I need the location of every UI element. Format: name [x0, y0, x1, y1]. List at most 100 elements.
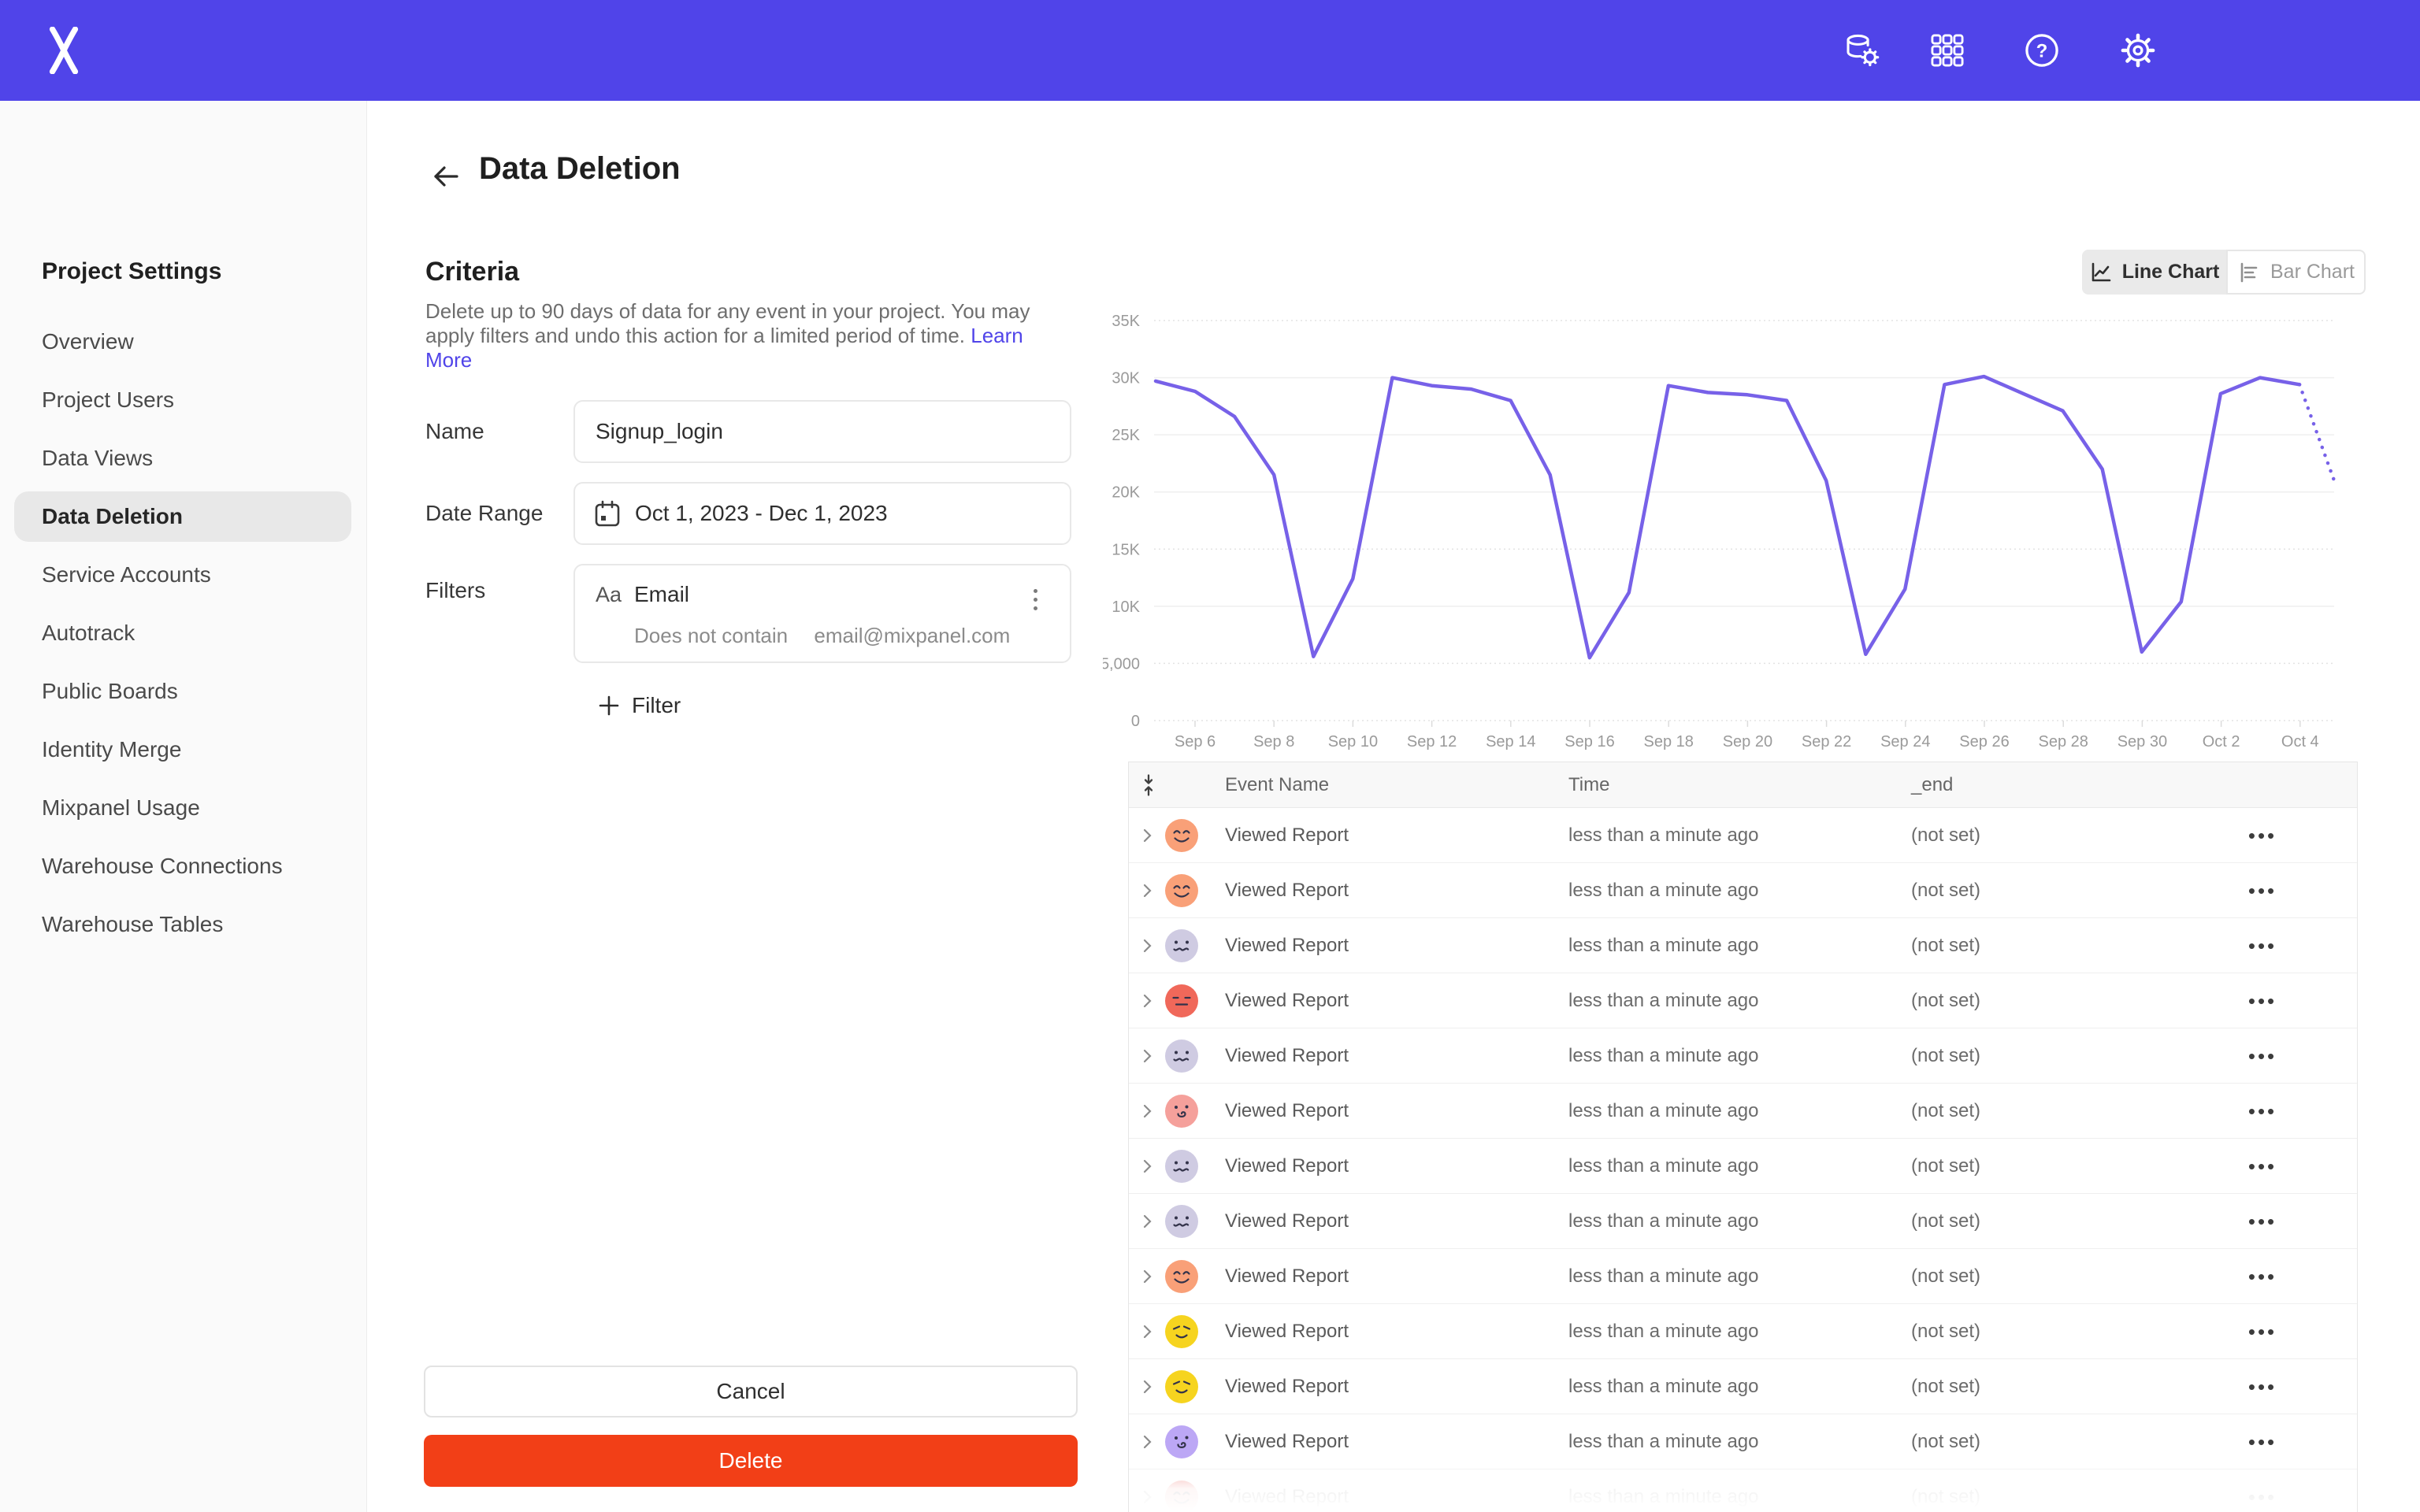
expand-chevron-icon[interactable]: [1140, 938, 1156, 954]
filter-condition[interactable]: Does not contain email@mixpanel.com: [634, 624, 1010, 648]
filter-operator[interactable]: Does not contain: [634, 624, 788, 647]
sidebar-item-warehouse-tables[interactable]: Warehouse Tables: [14, 899, 351, 950]
expand-chevron-icon[interactable]: [1140, 883, 1156, 899]
filter-property-name[interactable]: Email: [634, 582, 689, 607]
column-header-end[interactable]: _end: [1911, 762, 1953, 808]
add-filter-label: Filter: [632, 693, 681, 718]
table-row[interactable]: Viewed Reportless than a minute ago(not …: [1129, 808, 2357, 863]
row-menu-ellipsis-icon[interactable]: •••: [2233, 1469, 2292, 1512]
add-filter-button[interactable]: Filter: [597, 687, 681, 724]
expand-chevron-icon[interactable]: [1140, 1103, 1156, 1119]
table-row[interactable]: Viewed Reportless than a minute ago(not …: [1129, 1028, 2357, 1084]
top-navigation-bar: ?: [0, 0, 2420, 101]
table-row[interactable]: Viewed Reportless than a minute ago(not …: [1129, 1194, 2357, 1249]
date-range-label: Date Range: [425, 501, 543, 526]
table-row[interactable]: Viewed Reportless than a minute ago(not …: [1129, 918, 2357, 973]
svg-text:20K: 20K: [1112, 484, 1140, 502]
row-menu-ellipsis-icon[interactable]: •••: [2233, 1414, 2292, 1469]
row-menu-ellipsis-icon[interactable]: •••: [2233, 1028, 2292, 1084]
string-property-type-icon: Aa: [596, 583, 622, 607]
table-row[interactable]: Viewed Reportless than a minute ago(not …: [1129, 1469, 2357, 1512]
row-menu-ellipsis-icon[interactable]: •••: [2233, 1304, 2292, 1359]
user-avatar: [1165, 929, 1198, 962]
expand-chevron-icon[interactable]: [1140, 1324, 1156, 1340]
collapse-sort-icon[interactable]: [1141, 774, 1156, 796]
time-cell: less than a minute ago: [1568, 1084, 1759, 1139]
filter-card[interactable]: Aa Email Does not contain email@mixpanel…: [573, 564, 1071, 663]
sidebar-item-warehouse-connections[interactable]: Warehouse Connections: [14, 841, 351, 891]
expand-chevron-icon[interactable]: [1140, 1379, 1156, 1395]
sidebar-item-overview[interactable]: Overview: [14, 317, 351, 367]
back-button[interactable]: [429, 159, 463, 194]
table-row[interactable]: Viewed Reportless than a minute ago(not …: [1129, 1139, 2357, 1194]
sidebar-item-identity-merge[interactable]: Identity Merge: [14, 724, 351, 775]
sidebar-item-data-deletion[interactable]: Data Deletion: [14, 491, 351, 542]
row-menu-ellipsis-icon[interactable]: •••: [2233, 973, 2292, 1028]
table-row[interactable]: Viewed Reportless than a minute ago(not …: [1129, 1249, 2357, 1304]
end-cell: (not set): [1911, 1359, 1980, 1414]
end-cell: (not set): [1911, 1194, 1980, 1249]
delete-button[interactable]: Delete: [424, 1435, 1078, 1487]
row-menu-ellipsis-icon[interactable]: •••: [2233, 1194, 2292, 1249]
expand-chevron-icon[interactable]: [1140, 828, 1156, 843]
table-row[interactable]: Viewed Reportless than a minute ago(not …: [1129, 1414, 2357, 1469]
table-row[interactable]: Viewed Reportless than a minute ago(not …: [1129, 973, 2357, 1028]
column-header-event-name[interactable]: Event Name: [1225, 762, 1329, 808]
data-pipelines-icon[interactable]: [1843, 32, 1881, 69]
user-avatar: [1165, 984, 1198, 1017]
event-name-cell: Viewed Report: [1225, 1084, 1349, 1139]
help-icon[interactable]: ?: [2023, 32, 2061, 69]
event-name-cell: Viewed Report: [1225, 918, 1349, 973]
table-row[interactable]: Viewed Reportless than a minute ago(not …: [1129, 1304, 2357, 1359]
sidebar-item-mixpanel-usage[interactable]: Mixpanel Usage: [14, 783, 351, 833]
bar-chart-toggle[interactable]: Bar Chart: [2226, 250, 2366, 295]
sidebar-item-autotrack[interactable]: Autotrack: [14, 608, 351, 658]
table-row[interactable]: Viewed Reportless than a minute ago(not …: [1129, 1359, 2357, 1414]
row-menu-ellipsis-icon[interactable]: •••: [2233, 808, 2292, 863]
sidebar-items: Overview Project Users Data Views Data Dele…: [14, 317, 351, 958]
table-row[interactable]: Viewed Reportless than a minute ago(not …: [1129, 1084, 2357, 1139]
settings-gear-icon[interactable]: [2119, 32, 2157, 69]
end-cell: (not set): [1911, 808, 1980, 863]
date-range-picker[interactable]: Oct 1, 2023 - Dec 1, 2023: [573, 482, 1071, 545]
user-avatar: [1165, 1480, 1198, 1512]
name-input[interactable]: [575, 402, 1070, 461]
expand-chevron-icon[interactable]: [1140, 1158, 1156, 1174]
mixpanel-logo[interactable]: [46, 27, 82, 74]
event-name-cell: Viewed Report: [1225, 1028, 1349, 1084]
row-menu-ellipsis-icon[interactable]: •••: [2233, 863, 2292, 918]
time-cell: less than a minute ago: [1568, 1359, 1759, 1414]
page-title: Data Deletion: [479, 151, 681, 187]
svg-text:Oct 4: Oct 4: [2281, 733, 2319, 750]
expand-chevron-icon[interactable]: [1140, 1214, 1156, 1229]
sidebar-item-data-views[interactable]: Data Views: [14, 433, 351, 484]
column-header-time[interactable]: Time: [1568, 762, 1609, 808]
expand-chevron-icon[interactable]: [1140, 1434, 1156, 1450]
expand-chevron-icon[interactable]: [1140, 1489, 1156, 1505]
end-cell: (not set): [1911, 1304, 1980, 1359]
user-avatar: [1165, 1150, 1198, 1183]
user-avatar: [1165, 1040, 1198, 1073]
end-cell: (not set): [1911, 1028, 1980, 1084]
row-menu-ellipsis-icon[interactable]: •••: [2233, 1139, 2292, 1194]
time-cell: less than a minute ago: [1568, 1469, 1759, 1512]
expand-chevron-icon[interactable]: [1140, 1048, 1156, 1064]
time-cell: less than a minute ago: [1568, 918, 1759, 973]
expand-chevron-icon[interactable]: [1140, 1269, 1156, 1284]
row-menu-ellipsis-icon[interactable]: •••: [2233, 1249, 2292, 1304]
apps-grid-icon[interactable]: [1928, 32, 1966, 69]
event-name-cell: Viewed Report: [1225, 1249, 1349, 1304]
row-menu-ellipsis-icon[interactable]: •••: [2233, 1359, 2292, 1414]
row-menu-ellipsis-icon[interactable]: •••: [2233, 918, 2292, 973]
event-name-cell: Viewed Report: [1225, 1414, 1349, 1469]
filter-value[interactable]: email@mixpanel.com: [814, 624, 1010, 647]
sidebar-item-public-boards[interactable]: Public Boards: [14, 666, 351, 717]
sidebar-item-project-users[interactable]: Project Users: [14, 375, 351, 425]
expand-chevron-icon[interactable]: [1140, 993, 1156, 1009]
row-menu-ellipsis-icon[interactable]: •••: [2233, 1084, 2292, 1139]
table-row[interactable]: Viewed Reportless than a minute ago(not …: [1129, 863, 2357, 918]
sidebar-item-service-accounts[interactable]: Service Accounts: [14, 550, 351, 600]
line-chart-toggle[interactable]: Line Chart: [2082, 250, 2226, 295]
filter-kebab-menu-icon[interactable]: [1019, 576, 1051, 617]
cancel-button[interactable]: Cancel: [424, 1366, 1078, 1418]
